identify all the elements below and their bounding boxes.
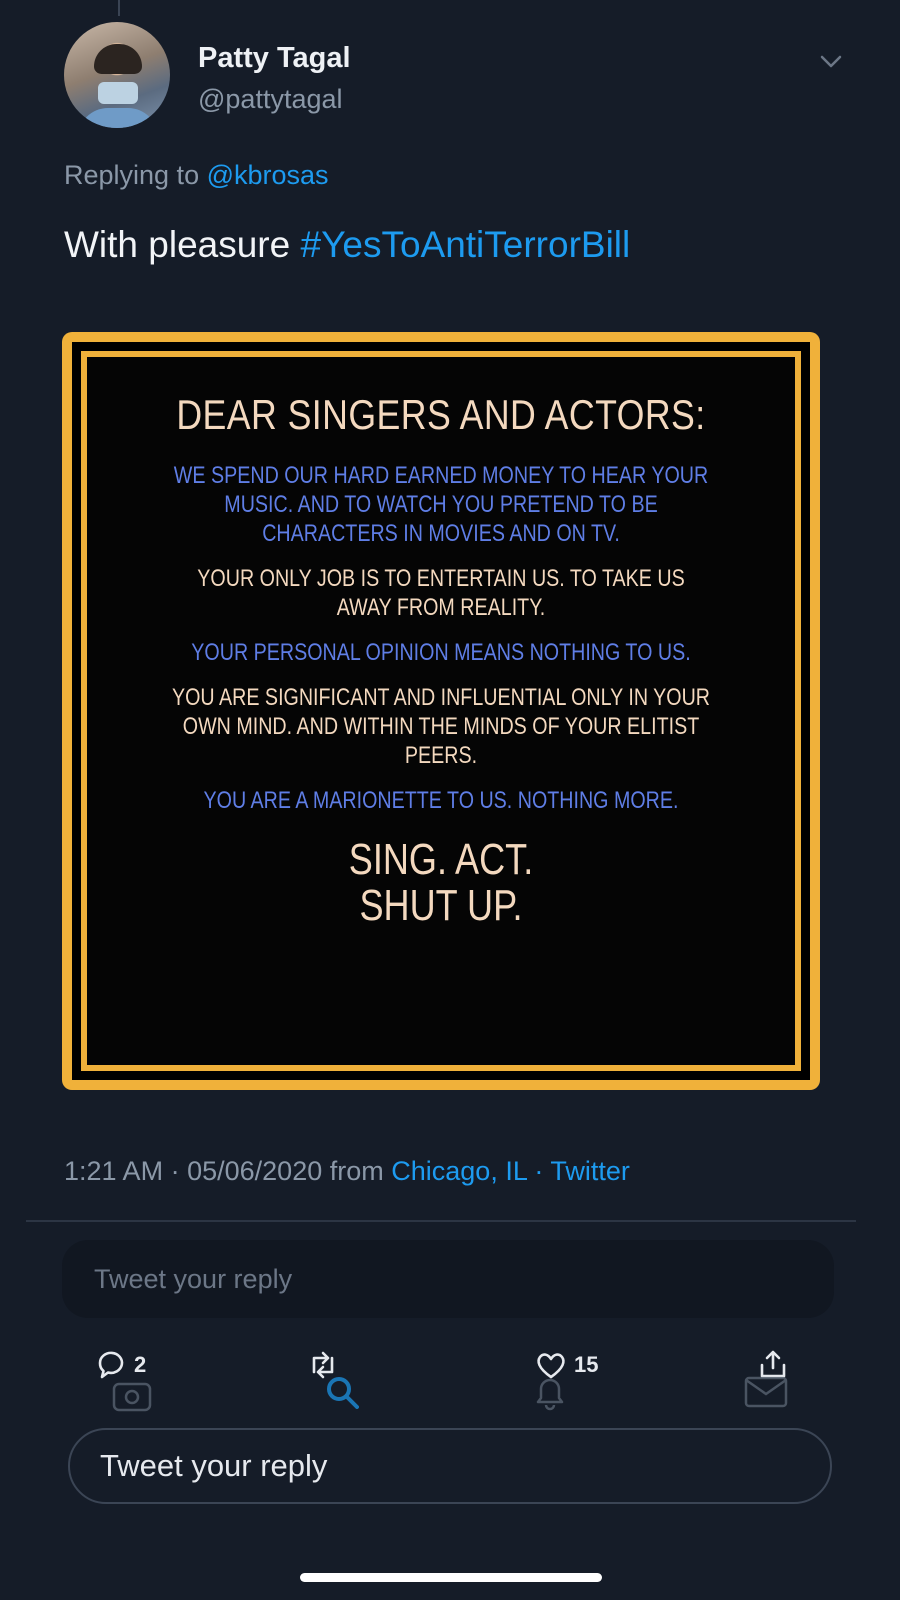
- sign-title: DEAR SINGERS AND ACTORS:: [176, 391, 706, 438]
- divider: [26, 1220, 856, 1222]
- sign-border: DEAR SINGERS AND ACTORS: WE SPEND OUR HA…: [72, 342, 810, 1080]
- sign-panel: DEAR SINGERS AND ACTORS: WE SPEND OUR HA…: [81, 351, 801, 1071]
- chevron-down-icon[interactable]: [818, 48, 844, 74]
- avatar-shirt: [78, 108, 158, 128]
- tweet-date: 05/06/2020: [187, 1156, 323, 1186]
- tweet-meta: 1:21 AM · 05/06/2020 from Chicago, IL · …: [64, 1156, 630, 1187]
- tweet-source[interactable]: Twitter: [550, 1156, 630, 1186]
- action-bar: 2 15: [0, 1348, 900, 1418]
- replying-to-mention[interactable]: @kbrosas: [207, 160, 329, 190]
- thread-connector-line: [118, 0, 120, 16]
- sign-paragraph: YOU ARE A MARIONETTE TO US. NOTHING MORE…: [203, 787, 679, 814]
- replying-to: Replying to @kbrosas: [64, 160, 329, 191]
- sign-paragraph: WE SPEND OUR HARD EARNED MONEY TO HEAR Y…: [173, 462, 709, 547]
- avatar-face-mask: [98, 82, 138, 104]
- meta-separator: ·: [534, 1156, 544, 1186]
- tweet-image[interactable]: DEAR SINGERS AND ACTORS: WE SPEND OUR HA…: [62, 332, 820, 1090]
- reply-input-bottom[interactable]: Tweet your reply: [68, 1428, 832, 1504]
- search-icon: [327, 1377, 359, 1409]
- author-name[interactable]: Patty Tagal: [198, 42, 351, 75]
- camera-icon: [112, 1382, 152, 1412]
- like-count: 15: [574, 1352, 599, 1377]
- meta-separator: ·: [170, 1156, 180, 1186]
- reply-input-top[interactable]: Tweet your reply: [62, 1240, 834, 1318]
- bell-icon: [536, 1378, 564, 1411]
- tweet-text-body: With pleasure: [64, 224, 291, 265]
- sign-paragraph: YOU ARE SIGNIFICANT AND INFLUENTIAL ONLY…: [171, 684, 711, 769]
- mail-icon: [744, 1376, 788, 1408]
- replying-to-label: Replying to: [64, 160, 200, 190]
- tweet-text: With pleasure #YesToAntiTerrorBill: [64, 224, 630, 266]
- sign-closing-line-1: SING. ACT.: [348, 835, 534, 884]
- sign-paragraph: YOUR PERSONAL OPINION MEANS NOTHING TO U…: [191, 639, 691, 666]
- sign-closing: SING. ACT. SHUT UP.: [151, 837, 732, 929]
- tweet-hashtag[interactable]: #YesToAntiTerrorBill: [301, 224, 631, 265]
- from-label: from: [329, 1156, 384, 1186]
- sign-paragraph: YOUR ONLY JOB IS TO ENTERTAIN US. TO TAK…: [197, 565, 685, 621]
- home-indicator[interactable]: [300, 1573, 602, 1582]
- avatar-hair: [94, 44, 142, 74]
- author-handle[interactable]: @pattytagal: [198, 84, 343, 115]
- avatar[interactable]: [64, 22, 170, 128]
- sign-closing-line-2: SHUT UP.: [359, 881, 523, 930]
- tweet-time: 1:21 AM: [64, 1156, 164, 1186]
- tweet-location[interactable]: Chicago, IL: [391, 1156, 527, 1186]
